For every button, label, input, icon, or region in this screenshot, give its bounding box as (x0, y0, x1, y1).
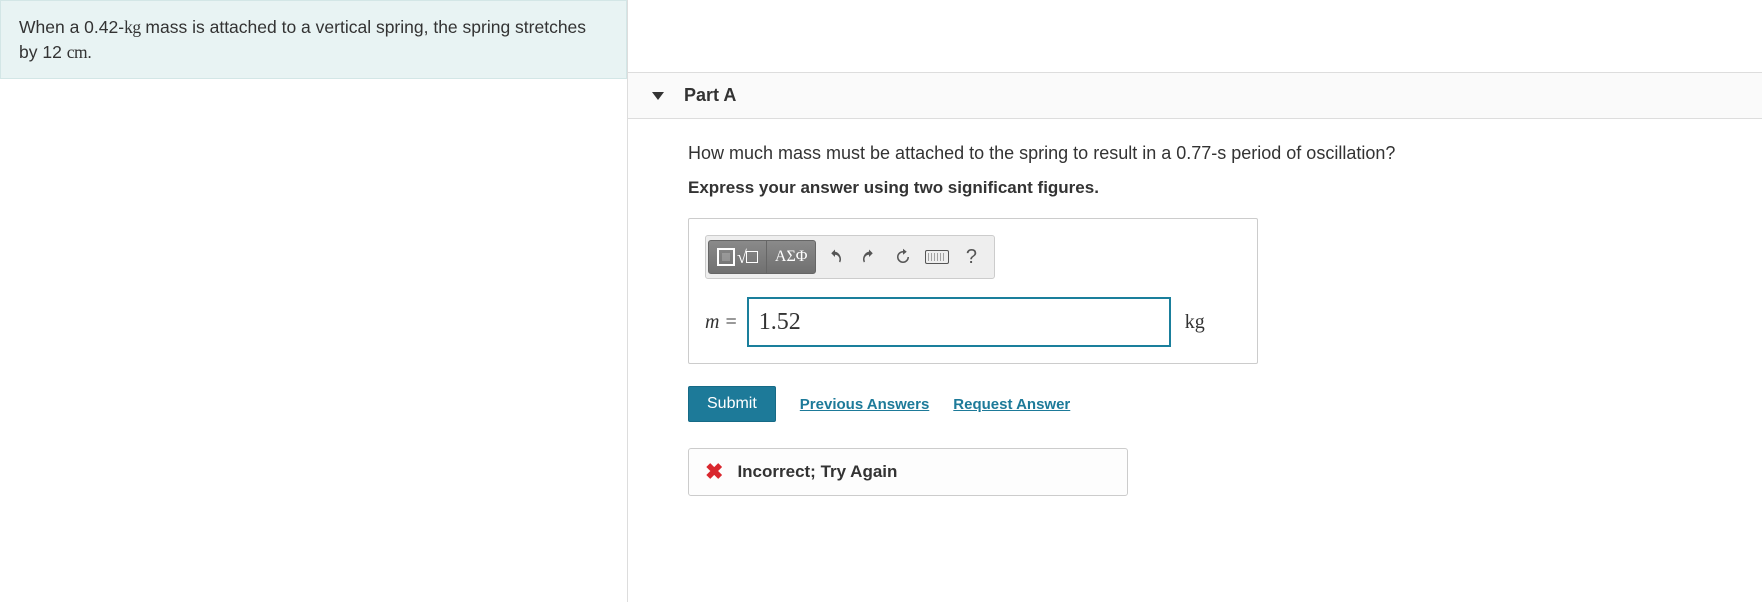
problem-statement: When a 0.42-kg mass is attached to a ver… (0, 0, 627, 79)
problem-text-3: . (87, 42, 92, 62)
incorrect-icon: ✖ (705, 461, 723, 483)
templates-button[interactable]: √ (708, 240, 767, 274)
problem-panel: When a 0.42-kg mass is attached to a ver… (0, 0, 628, 602)
reset-icon (894, 248, 912, 266)
undo-button[interactable] (818, 241, 852, 273)
fraction-icon (717, 248, 735, 266)
unit-kg: kg (124, 17, 141, 37)
redo-button[interactable] (852, 241, 886, 273)
unit-cm: cm (67, 42, 87, 62)
help-button[interactable]: ? (954, 241, 988, 273)
keyboard-icon (925, 250, 949, 264)
root-icon: √ (737, 247, 758, 268)
request-answer-link[interactable]: Request Answer (953, 396, 1070, 413)
part-header[interactable]: Part A (628, 72, 1762, 119)
feedback-text: Incorrect; Try Again (737, 462, 897, 482)
submit-button[interactable]: Submit (688, 386, 776, 422)
answer-panel: Part A How much mass must be attached to… (628, 0, 1762, 602)
answer-unit: kg (1185, 311, 1205, 334)
problem-text-1: When a 0.42- (19, 17, 124, 37)
reset-button[interactable] (886, 241, 920, 273)
action-row: Submit Previous Answers Request Answer (688, 386, 1738, 422)
previous-answers-link[interactable]: Previous Answers (800, 396, 930, 413)
redo-icon (860, 248, 878, 266)
answer-box: √ ΑΣΦ ? (688, 218, 1258, 364)
equals-sign: = (725, 311, 736, 334)
answer-input-row: m = kg (705, 297, 1241, 347)
collapse-icon (652, 92, 664, 100)
question-text: How much mass must be attached to the sp… (688, 143, 1738, 164)
part-title: Part A (684, 85, 736, 106)
greek-button[interactable]: ΑΣΦ (766, 240, 817, 274)
variable-label: m (705, 311, 719, 334)
undo-icon (826, 248, 844, 266)
answer-input[interactable] (747, 297, 1171, 347)
instruction-text: Express your answer using two significan… (688, 178, 1738, 198)
feedback-box: ✖ Incorrect; Try Again (688, 448, 1128, 496)
keyboard-button[interactable] (920, 241, 954, 273)
equation-toolbar: √ ΑΣΦ ? (705, 235, 995, 279)
